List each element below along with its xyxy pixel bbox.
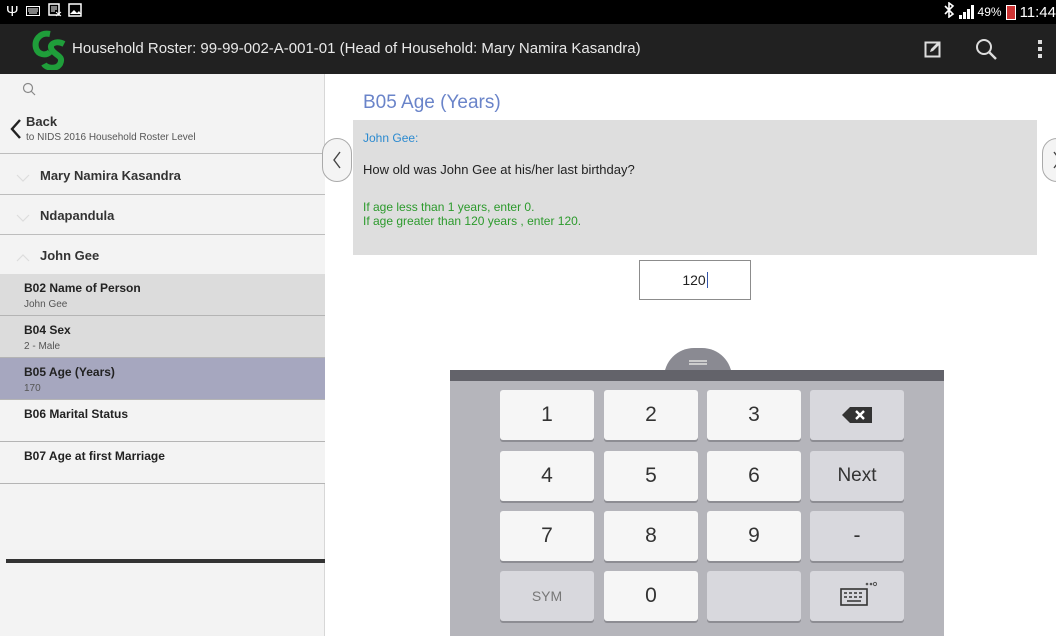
question-answer: 170 <box>24 383 41 394</box>
signal-icon <box>958 5 974 19</box>
app-logo <box>30 28 70 71</box>
age-input[interactable]: 120 <box>639 260 751 300</box>
question-heading: B05 Age (Years) <box>363 92 501 113</box>
sidebar-search-button[interactable] <box>22 82 36 101</box>
page-title: Household Roster: 99-99-002-A-001-01 (He… <box>72 40 641 57</box>
key-0[interactable]: 0 <box>604 571 698 621</box>
person-item[interactable]: John Gee <box>0 235 325 275</box>
key-5[interactable]: 5 <box>604 451 698 501</box>
key-2[interactable]: 2 <box>604 390 698 440</box>
clock: 11:44 <box>1019 3 1056 21</box>
person-name: Ndapandula <box>40 208 115 223</box>
person-name: Mary Namira Kasandra <box>40 168 181 183</box>
sidebar: Back to NIDS 2016 Household Roster Level… <box>0 74 325 636</box>
next-key[interactable]: Next <box>810 451 904 501</box>
key-9[interactable]: 9 <box>707 511 801 561</box>
back-button[interactable]: Back to NIDS 2016 Household Roster Level <box>0 104 325 154</box>
bluetooth-icon <box>943 0 955 23</box>
question-item-b04[interactable]: B04 Sex 2 - Male <box>0 316 325 358</box>
keyboard-notification-icon <box>26 3 40 21</box>
hint-text: If age less than 1 years, enter 0. <box>363 200 535 214</box>
screenshot-icon <box>48 3 62 22</box>
hint-text: If age greater than 120 years , enter 12… <box>363 214 582 228</box>
backspace-icon <box>842 407 872 423</box>
search-icon <box>22 82 36 96</box>
person-item[interactable]: Ndapandula <box>0 195 325 235</box>
search-button[interactable] <box>968 32 1004 66</box>
battery-icon <box>1005 4 1016 20</box>
chevron-down-icon <box>16 169 30 187</box>
action-bar: Household Roster: 99-99-002-A-001-01 (He… <box>0 24 1056 74</box>
key-6[interactable]: 6 <box>707 451 801 501</box>
overflow-menu-button[interactable] <box>1022 32 1056 66</box>
person-label: John Gee: <box>363 131 419 145</box>
chevron-right-icon <box>1053 151 1056 169</box>
blank-key[interactable] <box>707 571 801 621</box>
battery-percent: 49% <box>977 5 1002 19</box>
key-8[interactable]: 8 <box>604 511 698 561</box>
image-icon <box>68 3 82 22</box>
search-icon <box>976 39 997 60</box>
overflow-menu-icon <box>1038 40 1042 58</box>
usb-icon: Ψ <box>6 3 19 20</box>
question-title: B05 Age (Years) <box>24 365 115 379</box>
question-item-b06[interactable]: B06 Marital Status <box>0 400 325 442</box>
question-answer: 2 - Male <box>24 341 61 352</box>
question-title: B04 Sex <box>24 323 71 337</box>
keyboard-top-bar <box>450 370 944 381</box>
backspace-key[interactable] <box>810 390 904 440</box>
age-input-value: 120 <box>682 272 706 288</box>
keyboard-settings-icon <box>840 581 877 606</box>
question-title: B02 Name of Person <box>24 281 141 295</box>
question-item-b07[interactable]: B07 Age at first Marriage <box>0 442 325 484</box>
sym-key[interactable]: SYM <box>500 571 594 621</box>
key-3[interactable]: 3 <box>707 390 801 440</box>
edit-icon <box>924 41 941 58</box>
status-bar: Ψ 49% 11:44 <box>0 0 1056 24</box>
question-text: How old was John Gee at his/her last bir… <box>363 162 635 177</box>
chevron-up-icon <box>16 249 30 267</box>
key-1[interactable]: 1 <box>500 390 594 440</box>
question-item-b05[interactable]: B05 Age (Years) 170 <box>0 358 325 400</box>
key-7[interactable]: 7 <box>500 511 594 561</box>
question-box: John Gee: How old was John Gee at his/he… <box>353 120 1037 255</box>
back-label: Back <box>26 114 58 129</box>
question-answer: John Gee <box>24 299 68 310</box>
question-item-b02[interactable]: B02 Name of Person John Gee <box>0 274 325 316</box>
chevron-down-icon <box>16 209 30 227</box>
next-question-button[interactable] <box>1042 138 1056 182</box>
edit-button[interactable] <box>915 32 951 66</box>
minus-key[interactable]: - <box>810 511 904 561</box>
text-cursor <box>706 272 708 288</box>
divider <box>6 559 325 563</box>
back-sublabel: to NIDS 2016 Household Roster Level <box>26 132 196 143</box>
keyboard-settings-key[interactable] <box>810 571 904 621</box>
previous-question-button[interactable] <box>322 138 352 182</box>
numeric-keyboard: 1 2 3 4 5 6 Next 7 8 9 - SYM 0 <box>450 381 944 636</box>
person-item[interactable]: Mary Namira Kasandra <box>0 155 325 195</box>
key-4[interactable]: 4 <box>500 451 594 501</box>
question-title: B07 Age at first Marriage <box>24 449 165 463</box>
question-title: B06 Marital Status <box>24 407 129 421</box>
person-name: John Gee <box>40 248 100 263</box>
chevron-left-icon <box>10 118 22 145</box>
chevron-left-icon <box>333 151 341 169</box>
